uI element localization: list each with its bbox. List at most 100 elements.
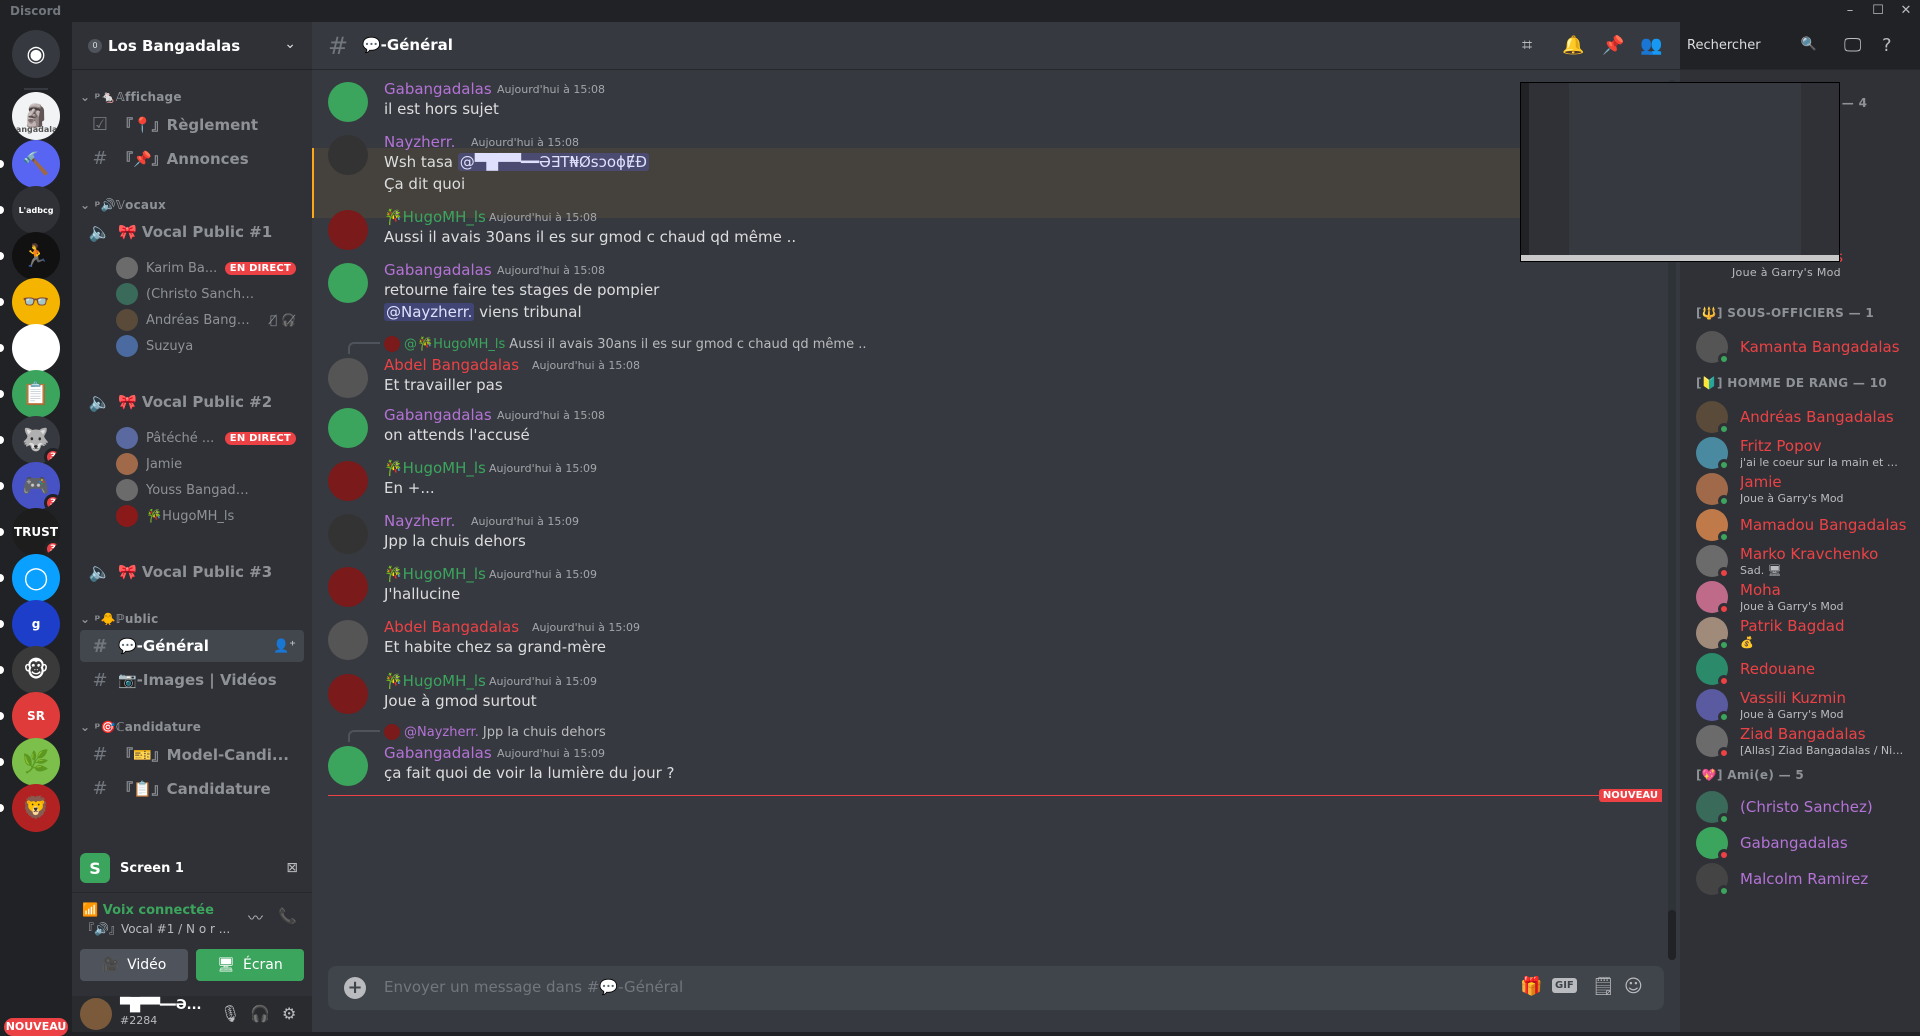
member-item[interactable]: Kamanta Bangadalas [1688,326,1912,368]
avatar[interactable] [328,746,368,786]
server-icon[interactable]: 🦁 [12,784,60,832]
server-icon[interactable]: 🎮 3 [12,462,60,510]
category-candidature[interactable]: ⌄ ᵖ🎯ℂandidature [80,720,201,734]
chat-message[interactable]: Gabangadalas Aujourd'hui à 15:08 on attend… [312,406,1672,466]
voice-user[interactable]: Pâtéché ... EN DIRECT [116,424,304,452]
server-icon[interactable]: SR [12,692,60,740]
guild-header[interactable]: 0 Los Bangadalas ⌄ [72,22,312,70]
message-composer[interactable]: + Envoyer un message dans #💬-Général 🎁 G… [328,966,1664,1010]
avatar[interactable] [328,567,368,607]
chat-message[interactable]: @Nayzherr. Jpp la chuis dehors Gabangadala… [312,722,1672,786]
message-author[interactable]: Gabangadalas [384,406,492,424]
message-author[interactable]: Nayzherr. [384,512,455,530]
message-author[interactable]: 🎋HugoMH_ls [384,459,486,477]
voice-user[interactable]: (Christo Sanchez) [116,280,304,308]
server-icon[interactable]: TRUST 3 [12,508,60,556]
chat-message[interactable]: Nayzherr. Aujourd'hui à 15:09 Jpp la chuis… [312,512,1672,572]
category-public[interactable]: ⌄ ᵖ🐥ℙublic [80,612,158,626]
voice-channel-1[interactable]: 🔈 🎀 Vocal Public #1 [80,216,304,248]
channel-annonces[interactable]: # 『📌』Annonces [80,142,304,174]
reply-preview[interactable]: @🎋HugoMH_ls Aussi il avais 30ans il es su… [384,336,867,352]
emoji-icon[interactable]: ☺ [1624,976,1643,997]
help-icon[interactable]: ? [1882,35,1892,56]
live-badge[interactable]: EN DIRECT [224,431,296,445]
message-author[interactable]: Abdel Bangadalas [384,618,519,636]
message-author[interactable]: 🎋HugoMH_ls [384,565,486,583]
server-icon[interactable]: g [12,600,60,648]
channel-reglement[interactable]: ☑ 『📍』Règlement [80,108,304,140]
attach-plus-icon[interactable]: + [344,977,366,999]
chat-message[interactable]: 🎋HugoMH_ls Aujourd'hui à 15:09 J'hallucine [312,565,1672,625]
chat-message[interactable]: Gabangadalas Aujourd'hui à 15:08 il est ho… [312,80,1672,140]
message-author[interactable]: 🎋HugoMH_ls [384,672,486,690]
member-item[interactable]: Ziad Bangadalas [Allas] Ziad Bangadalas /… [1688,720,1912,762]
avatar[interactable] [328,358,368,398]
message-author[interactable]: Gabangadalas [384,261,492,279]
threads-icon[interactable]: ⌗ [1522,35,1532,56]
server-icon[interactable]: 👓 [12,278,60,326]
category-vocaux[interactable]: ⌄ ᵖ🔊𝕍ocaux [80,198,166,212]
maximize-button[interactable]: ☐ [1864,0,1892,22]
new-unreads-pill[interactable]: NOUVEAU [4,1018,68,1036]
message-author[interactable]: Gabangadalas [384,80,492,98]
voice-user[interactable]: Karim Ba... EN DIRECT [116,254,304,282]
disconnect-icon[interactable]: 📞 [278,907,297,925]
avatar[interactable] [328,210,368,250]
voice-user[interactable]: Youss Bangadalas [116,476,304,504]
server-icon[interactable]: ◯ [12,554,60,602]
message-author[interactable]: Abdel Bangadalas [384,356,519,374]
live-badge[interactable]: EN DIRECT [224,261,296,275]
channel-model-candidature[interactable]: # 『🎫』Model-Candi... [80,738,304,770]
voice-channel-3[interactable]: 🔈 🎀 Vocal Public #3 [80,556,304,588]
settings-gear-icon[interactable]: ⚙ [282,1004,296,1023]
chat-message[interactable]: @🎋HugoMH_ls Aussi il avais 30ans il es su… [312,334,1672,398]
voice-user[interactable]: Jamie [116,450,304,478]
message-author[interactable]: 🎋HugoMH_ls [384,208,486,226]
reply-preview[interactable]: @Nayzherr. Jpp la chuis dehors [384,724,606,740]
server-icon[interactable]: 🐵 [12,646,60,694]
screen-share-panel[interactable]: S Screen 1 ⊠ [80,848,304,888]
chat-message[interactable]: 🎋HugoMH_ls Aujourd'hui à 15:08 Aussi il av… [312,208,1672,268]
user-mention[interactable]: @Nayzherr. [384,303,475,321]
message-author[interactable]: Gabangadalas [384,744,492,762]
server-icon[interactable]: ☢ [12,324,60,372]
message-input[interactable]: Envoyer un message dans #💬-Général [384,978,683,996]
avatar[interactable] [328,408,368,448]
microphone-icon[interactable]: 🎙 [220,1004,240,1023]
channel-candidature[interactable]: # 『📋』Candidature [80,772,304,804]
avatar[interactable] [328,263,368,303]
chat-message[interactable]: Nayzherr. Aujourd'hui à 15:08 Wsh tasa @▀█… [312,133,1672,193]
server-icon[interactable]: 🔨 [12,140,60,188]
avatar[interactable] [328,620,368,660]
screen-button[interactable]: 🖥 Écran [196,949,304,981]
avatar[interactable] [328,514,368,554]
server-icon[interactable]: 🗿 Bangadalas [12,92,60,140]
member-item[interactable]: Malcolm Ramirez [1688,858,1912,900]
message-author[interactable]: Nayzherr. [384,133,455,151]
sticker-icon[interactable]: 🗒 [1592,976,1615,997]
voice-user[interactable]: 🎋HugoMH_ls [116,502,304,530]
screen-share-preview[interactable] [1520,82,1840,262]
headphones-icon[interactable]: 🎧 [250,1004,270,1023]
user-mention[interactable]: @▀█▀▀━━Ə∃T₦ØsɔoɸɆÐ [457,153,650,171]
voice-channel-2[interactable]: 🔈 🎀 Vocal Public #2 [80,386,304,418]
close-button[interactable]: ✕ [1892,0,1920,22]
server-icon[interactable]: 🏃 [12,232,60,280]
chat-message[interactable]: Gabangadalas Aujourd'hui à 15:08 retourne … [312,261,1672,321]
inbox-icon[interactable]: 🖵 [1844,35,1861,56]
discord-home-icon[interactable]: ◉ [12,30,60,78]
reply-author[interactable]: @Nayzherr. [404,725,479,740]
minimize-button[interactable]: – [1836,0,1864,22]
search-input[interactable]: Rechercher 🔍 [1680,34,1824,58]
channel-general[interactable]: # 💬-Général 👤⁺ [80,630,304,662]
add-member-icon[interactable]: 👤⁺ [273,639,296,654]
chevron-down-icon[interactable]: ⌄ [284,36,296,52]
avatar[interactable] [328,674,368,714]
avatar[interactable] [328,461,368,501]
server-icon[interactable]: L'adbcg [12,186,60,234]
gif-button[interactable]: GIF [1552,978,1577,993]
category-affichage[interactable]: ⌄ ᵖ🐁𝔸ffichage [80,90,182,104]
avatar[interactable] [328,82,368,122]
reply-author[interactable]: @🎋HugoMH_ls [404,337,505,352]
video-button[interactable]: 🎥 Vidéo [80,949,188,981]
